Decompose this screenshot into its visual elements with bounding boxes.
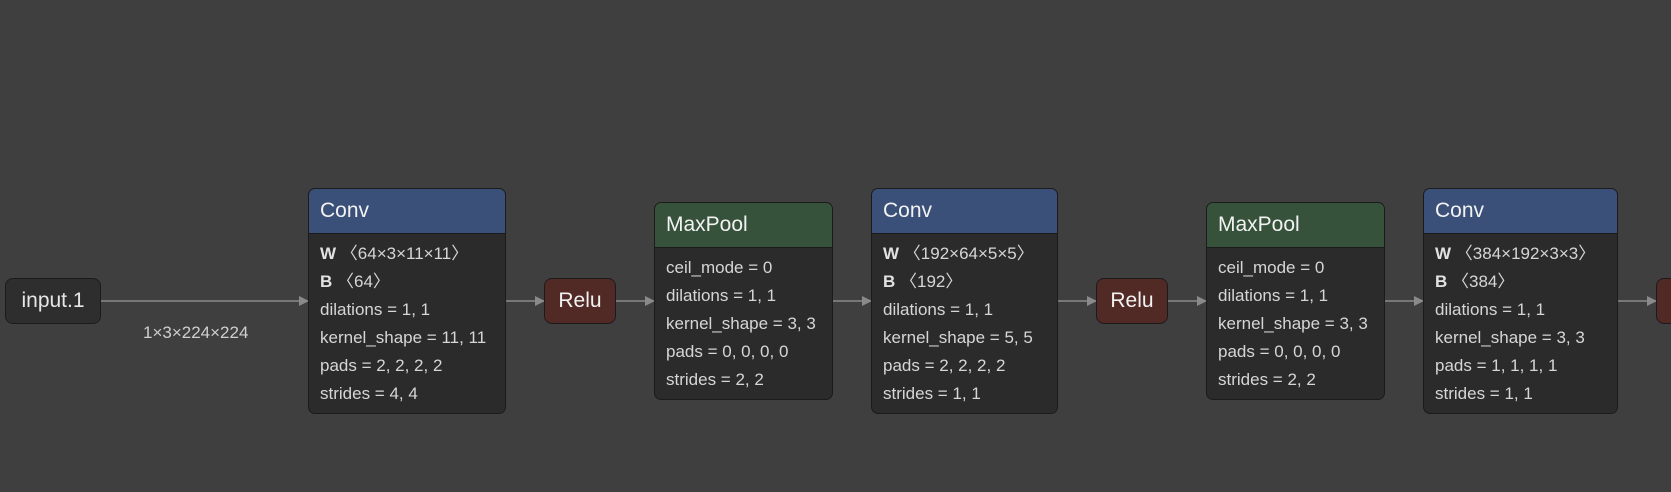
weight-shape: 〈192×64×5×5〉 (903, 244, 1034, 263)
attr-dilations: dilations = 1, 1 (883, 300, 994, 319)
attr-strides: strides = 2, 2 (1218, 370, 1316, 389)
attr-pads: pads = 1, 1, 1, 1 (1435, 356, 1558, 375)
conv-node-2-body: W 〈192×64×5×5〉 B 〈192〉 dilations = 1, 1 … (872, 234, 1057, 408)
relu-node-3-partial[interactable] (1656, 278, 1671, 324)
conv-node-3-body: W 〈384×192×3×3〉 B 〈384〉 dilations = 1, 1… (1424, 234, 1617, 408)
attr-kernel-shape: kernel_shape = 5, 5 (883, 328, 1033, 347)
conv-node-2[interactable]: Conv W 〈192×64×5×5〉 B 〈192〉 dilations = … (871, 188, 1058, 414)
bias-key: B (883, 272, 896, 291)
conv-node-1-bias[interactable]: B 〈64〉 (320, 268, 494, 296)
edges-layer (100, 296, 1657, 306)
attr-kernel-shape: kernel_shape = 3, 3 (1218, 314, 1368, 333)
weight-key: W (883, 244, 900, 263)
attr-kernel-shape: kernel_shape = 11, 11 (320, 328, 487, 347)
weight-key: W (320, 244, 337, 263)
input-node[interactable]: input.1 (5, 278, 101, 324)
attr-dilations: dilations = 1, 1 (1435, 300, 1546, 319)
attr-dilations: dilations = 1, 1 (666, 286, 777, 305)
conv-node-2-title: Conv (872, 189, 1057, 234)
bias-key: B (320, 272, 333, 291)
maxpool-node-1-body: ceil_mode = 0 dilations = 1, 1 kernel_sh… (655, 248, 832, 394)
conv-node-3-title: Conv (1424, 189, 1617, 234)
attr-strides: strides = 1, 1 (883, 384, 981, 403)
relu-node-1-label: Relu (558, 289, 602, 312)
attr-pads: pads = 0, 0, 0, 0 (1218, 342, 1341, 361)
relu-node-2-label: Relu (1110, 289, 1154, 312)
bias-key: B (1435, 272, 1448, 291)
attr-pads: pads = 2, 2, 2, 2 (320, 356, 443, 375)
conv-node-1-weight[interactable]: W 〈64×3×11×11〉 (320, 240, 494, 268)
weight-shape: 〈384×192×3×3〉 (1455, 244, 1596, 263)
maxpool-node-2[interactable]: MaxPool ceil_mode = 0 dilations = 1, 1 k… (1206, 202, 1385, 400)
weight-key: W (1435, 244, 1452, 263)
maxpool-node-1-title: MaxPool (655, 203, 832, 248)
attr-strides: strides = 4, 4 (320, 384, 418, 403)
input-node-label: input.1 (21, 289, 85, 312)
conv-node-2-weight[interactable]: W 〈192×64×5×5〉 (883, 240, 1046, 268)
input-edge-shape-label: 1×3×224×224 (143, 323, 249, 342)
maxpool-node-2-title: MaxPool (1207, 203, 1384, 248)
conv-node-3-bias[interactable]: B 〈384〉 (1435, 268, 1606, 296)
attr-pads: pads = 0, 0, 0, 0 (666, 342, 789, 361)
maxpool-node-2-body: ceil_mode = 0 dilations = 1, 1 kernel_sh… (1207, 248, 1384, 394)
attr-ceil-mode: ceil_mode = 0 (1218, 258, 1325, 277)
weight-shape: 〈64×3×11×11〉 (340, 244, 469, 263)
attr-dilations: dilations = 1, 1 (1218, 286, 1329, 305)
attr-kernel-shape: kernel_shape = 3, 3 (1435, 328, 1585, 347)
attr-kernel-shape: kernel_shape = 3, 3 (666, 314, 816, 333)
bias-shape: 〈384〉 (1452, 272, 1515, 291)
conv-node-1-body: W 〈64×3×11×11〉 B 〈64〉 dilations = 1, 1 k… (309, 234, 505, 408)
conv-node-1[interactable]: Conv W 〈64×3×11×11〉 B 〈64〉 dilations = 1… (308, 188, 506, 414)
attr-strides: strides = 2, 2 (666, 370, 764, 389)
relu-node-1[interactable]: Relu (544, 278, 616, 324)
maxpool-node-1[interactable]: MaxPool ceil_mode = 0 dilations = 1, 1 k… (654, 202, 833, 400)
conv-node-3[interactable]: Conv W 〈384×192×3×3〉 B 〈384〉 dilations =… (1423, 188, 1618, 414)
conv-node-1-title: Conv (309, 189, 505, 234)
attr-ceil-mode: ceil_mode = 0 (666, 258, 773, 277)
attr-strides: strides = 1, 1 (1435, 384, 1533, 403)
attr-pads: pads = 2, 2, 2, 2 (883, 356, 1006, 375)
bias-shape: 〈192〉 (900, 272, 963, 291)
relu-node-2[interactable]: Relu (1096, 278, 1168, 324)
attr-dilations: dilations = 1, 1 (320, 300, 431, 319)
bias-shape: 〈64〉 (337, 272, 390, 291)
graph-canvas[interactable]: input.1 1×3×224×224 Conv W 〈64×3×11×11〉 … (0, 0, 1671, 492)
conv-node-3-weight[interactable]: W 〈384×192×3×3〉 (1435, 240, 1606, 268)
conv-node-2-bias[interactable]: B 〈192〉 (883, 268, 1046, 296)
